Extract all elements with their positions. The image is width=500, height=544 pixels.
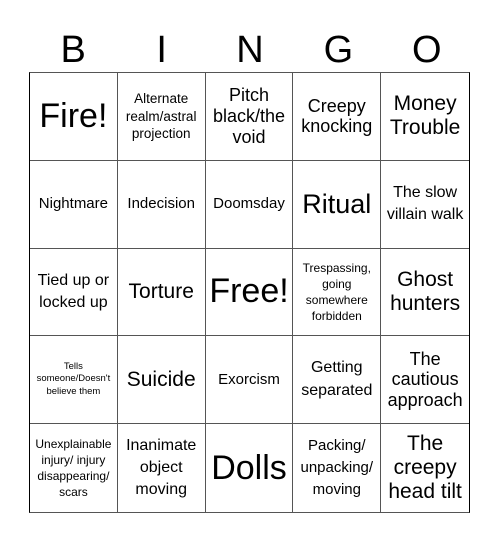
bingo-cell[interactable]: Indecision	[117, 160, 206, 249]
bingo-cell[interactable]: Tells someone/Doesn't believe them	[30, 336, 118, 425]
bingo-cell-text: Tells someone/Doesn't believe them	[36, 360, 111, 398]
bingo-cell[interactable]: Money Trouble	[381, 73, 469, 161]
header-letter-o: O	[412, 29, 442, 71]
bingo-cell-text: Creepy knocking	[301, 95, 373, 137]
bingo-cell[interactable]: Nightmare	[30, 160, 118, 249]
bingo-cell[interactable]: Exorcism	[205, 336, 294, 425]
bingo-header: B I N G O	[29, 28, 471, 72]
bingo-cell[interactable]: Free!	[205, 248, 294, 337]
bingo-cell[interactable]: Ritual	[293, 160, 382, 249]
bingo-cell-text: Trespassing, going somewhere forbidden	[302, 260, 371, 324]
bingo-cell-text: Free!	[209, 272, 289, 311]
bingo-cell-text: Nightmare	[38, 195, 108, 213]
bingo-cell-text: Unexplainable injury/ injury disappearin…	[35, 436, 112, 500]
bingo-cell-text: Fire!	[39, 96, 108, 135]
bingo-cell[interactable]: The creepy head tilt	[381, 424, 469, 512]
bingo-cell-text: Inanimate object moving	[126, 436, 197, 499]
bingo-cell[interactable]: The slow villain walk	[381, 161, 469, 249]
bingo-cell-text: Exorcism	[218, 370, 280, 388]
bingo-cell[interactable]: Dolls	[206, 424, 294, 512]
bingo-cell-text: Getting separated	[301, 359, 373, 399]
bingo-cell-text: Torture	[128, 279, 194, 303]
bingo-cell[interactable]: Trespassing, going somewhere forbidden	[293, 248, 382, 337]
bingo-cell[interactable]: Tied up or locked up	[30, 248, 118, 337]
bingo-cell-text: Money Trouble	[389, 92, 461, 140]
bingo-cell[interactable]: Doomsday	[205, 160, 294, 249]
bingo-cell-text: Indecision	[127, 195, 195, 213]
header-letter-n: N	[236, 29, 264, 71]
header-letter-i: I	[156, 29, 167, 71]
bingo-cell-text: Tied up or locked up	[37, 271, 110, 311]
bingo-cell[interactable]: Creepy knocking	[293, 73, 382, 161]
bingo-cell[interactable]: Getting separated	[293, 336, 382, 425]
bingo-cell[interactable]: Torture	[117, 248, 206, 337]
bingo-cell-text: The creepy head tilt	[388, 431, 462, 504]
bingo-cell[interactable]: Packing/ unpacking/ moving	[293, 424, 382, 512]
bingo-cell[interactable]: Suicide	[117, 336, 206, 425]
bingo-cell[interactable]: Ghost hunters	[381, 249, 469, 337]
bingo-cell-text: Suicide	[126, 367, 196, 391]
bingo-cell-text: Pitch black/the void	[212, 85, 286, 147]
bingo-cell[interactable]: Fire!	[30, 73, 118, 161]
bingo-cell[interactable]: Unexplainable injury/ injury disappearin…	[30, 424, 118, 512]
bingo-cell-text: Packing/ unpacking/ moving	[300, 437, 374, 498]
bingo-cell[interactable]: Alternate realm/astral projection	[117, 73, 206, 161]
bingo-cell[interactable]: Pitch black/the void	[205, 73, 294, 161]
bingo-grid: Fire! Alternate realm/astral projection Pi…	[29, 72, 470, 513]
bingo-cell-text: Doomsday	[213, 195, 285, 213]
bingo-cell[interactable]: The cautious approach	[381, 336, 469, 425]
bingo-cell-text: Alternate realm/astral projection	[125, 91, 197, 142]
header-letter-g: G	[323, 29, 354, 71]
bingo-cell-text: Dolls	[211, 448, 287, 487]
bingo-cell[interactable]: Inanimate object moving	[118, 424, 206, 512]
header-letter-b: B	[60, 29, 86, 71]
bingo-cell-text: The cautious approach	[387, 348, 463, 411]
bingo-cell-text: Ghost hunters	[390, 267, 461, 315]
bingo-cell-text: The slow villain walk	[386, 183, 464, 224]
bingo-cell-text: Ritual	[302, 188, 372, 219]
